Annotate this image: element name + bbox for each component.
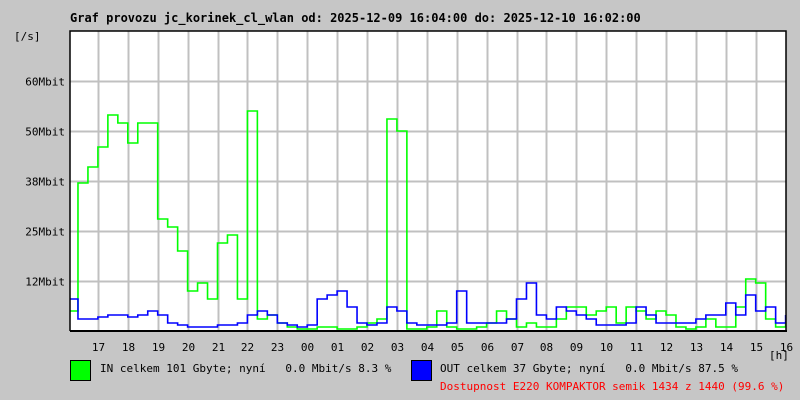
x-tick-label: 16 bbox=[780, 341, 793, 354]
x-tick-label: 12 bbox=[660, 341, 673, 354]
x-tick-label: 00 bbox=[301, 341, 314, 354]
traffic-chart: 12Mbit 25Mbit 38Mbit 50Mbit 60Mbit 17 18 19 20 21… bbox=[25, 30, 793, 354]
y-tick-label: 25Mbit bbox=[25, 226, 65, 239]
x-tick-label: 19 bbox=[152, 341, 165, 354]
x-tick-label: 06 bbox=[481, 341, 494, 354]
x-tick-label: 03 bbox=[391, 341, 404, 354]
x-tick-label: 20 bbox=[182, 341, 195, 354]
x-tick-label: 21 bbox=[212, 341, 225, 354]
x-tick-label: 02 bbox=[361, 341, 374, 354]
x-tick-label: 15 bbox=[750, 341, 763, 354]
x-tick-label: 18 bbox=[122, 341, 135, 354]
x-tick-label: 13 bbox=[690, 341, 703, 354]
y-tick-label: 60Mbit bbox=[25, 76, 65, 89]
x-tick-label: 09 bbox=[570, 341, 583, 354]
x-tick-label: 05 bbox=[451, 341, 464, 354]
availability-text: Dostupnost E220 KOMPAKTOR semik 1434 z 1… bbox=[440, 380, 785, 393]
x-tick-label: 07 bbox=[511, 341, 524, 354]
x-tick-label: 14 bbox=[720, 341, 734, 354]
y-tick-label: 38Mbit bbox=[25, 176, 65, 189]
legend-in-text: IN celkem 101 Gbyte; nyní 0.0 Mbit/s 8.3… bbox=[100, 362, 392, 375]
y-tick-label: 50Mbit bbox=[25, 126, 65, 139]
x-tick-label: 08 bbox=[540, 341, 553, 354]
y-tick-label: 12Mbit bbox=[25, 276, 65, 289]
legend-out-text: OUT celkem 37 Gbyte; nyní 0.0 Mbit/s 87.… bbox=[440, 362, 739, 375]
x-tick-label: 11 bbox=[630, 341, 643, 354]
x-tick-label: 01 bbox=[331, 341, 344, 354]
x-tick-label: 10 bbox=[600, 341, 613, 354]
x-tick-label: 22 bbox=[241, 341, 254, 354]
x-tick-label: 04 bbox=[421, 341, 435, 354]
x-tick-label: 17 bbox=[92, 341, 105, 354]
legend-out-swatch bbox=[411, 360, 432, 381]
x-tick-label: 23 bbox=[271, 341, 284, 354]
legend-in-swatch bbox=[70, 360, 91, 381]
